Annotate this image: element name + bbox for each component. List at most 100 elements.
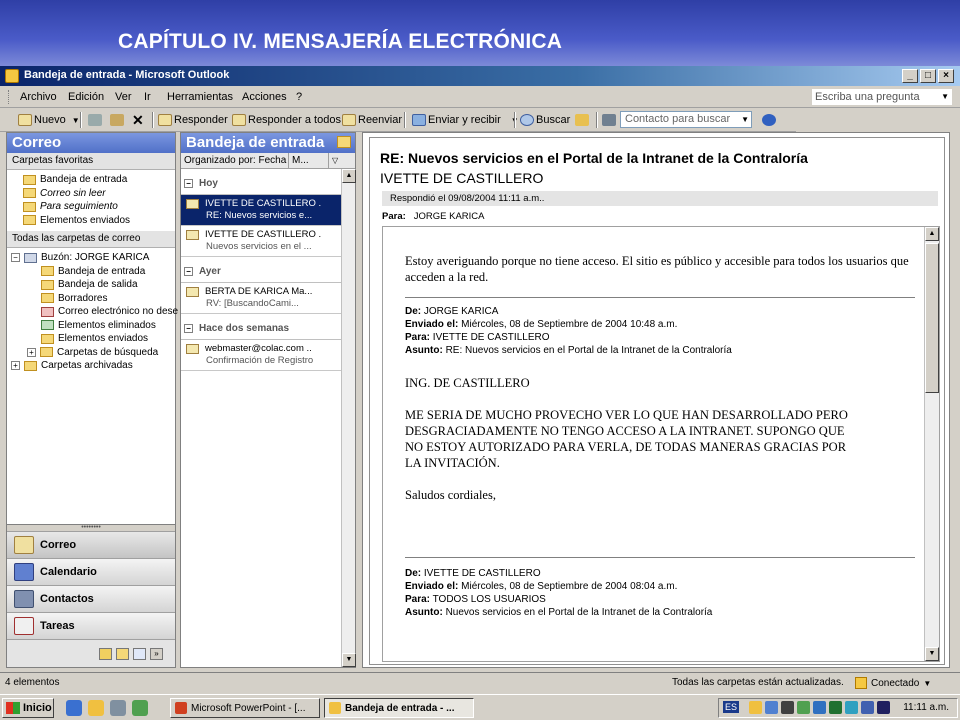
menu-acciones[interactable]: Acciones (242, 91, 287, 103)
tree-search-folders[interactable]: + Carpetas de búsqueda (7, 346, 175, 360)
configure-buttons-icon[interactable]: » (150, 647, 163, 660)
scroll-up-icon[interactable]: ▲ (925, 227, 939, 241)
message-row[interactable]: webmaster@colac.com .. Confirmación de R… (181, 340, 355, 371)
menubar-grip[interactable] (8, 90, 11, 104)
group-two-weeks-ago[interactable]: − Hace dos semanas (181, 318, 355, 340)
reply-button[interactable]: Responder (158, 112, 228, 128)
send-receive-button[interactable]: Enviar y recibir ▼ (412, 112, 519, 128)
minimize-button[interactable]: _ (902, 69, 918, 83)
nav-button-calendar[interactable]: Calendario (7, 558, 175, 585)
tree-inbox[interactable]: Bandeja de entrada (7, 265, 175, 279)
start-button[interactable]: Inicio (2, 698, 54, 718)
tree-junk[interactable]: Correo electrónico no dese (7, 305, 178, 319)
nav-splitter[interactable]: •••••••• (7, 524, 175, 531)
tray-antivirus-icon[interactable] (829, 701, 842, 714)
help-button[interactable] (762, 112, 778, 128)
status-bar: 4 elementos Todas las carpetas están act… (0, 672, 960, 694)
expand-icon[interactable]: + (27, 347, 36, 357)
message-sender[interactable]: IVETTE DE CASTILLERO (380, 170, 543, 186)
tray-sync-icon[interactable] (813, 701, 826, 714)
message-body[interactable]: Estoy averiguando porque no tiene acceso… (382, 226, 940, 662)
menu-ir[interactable]: Ir (144, 91, 151, 103)
collapse-icon[interactable]: − (184, 267, 193, 276)
tray-app-icon[interactable] (877, 701, 890, 714)
tree-drafts[interactable]: Borradores (7, 292, 175, 306)
help-question-input[interactable]: Escriba una pregunta ▼ (812, 89, 952, 105)
reply-all-button[interactable]: Responder a todos (232, 112, 341, 128)
connection-status[interactable]: Conectado ▼ (855, 677, 931, 689)
menu-help[interactable]: ? (296, 91, 302, 103)
tray-camera-icon[interactable] (781, 701, 794, 714)
group-today[interactable]: − Hoy (181, 173, 355, 195)
all-folders-header[interactable]: Todas las carpetas de correo (7, 231, 175, 248)
nav-button-mail[interactable]: Correo (7, 531, 175, 558)
tray-speaker-icon[interactable] (861, 701, 874, 714)
find-button[interactable]: Buscar (520, 112, 570, 128)
dropdown-arrow-icon[interactable]: ▼ (72, 116, 80, 125)
message-row[interactable]: IVETTE DE CASTILLERO . RE: Nuevos servic… (181, 195, 355, 226)
nav-button-contacts[interactable]: Contactos (7, 585, 175, 612)
info-bar[interactable]: Respondió el 09/08/2004 11:11 a.m.. (382, 191, 938, 206)
message-row[interactable]: IVETTE DE CASTILLERO . Nuevos servicios … (181, 226, 355, 257)
forward-button[interactable]: Reenviar (342, 112, 402, 128)
dropdown-arrow-icon[interactable]: ▼ (941, 90, 949, 104)
favorites-header[interactable]: Carpetas favoritas (7, 153, 175, 170)
body-scrollbar[interactable]: ▲ ▼ (924, 227, 939, 661)
window-titlebar[interactable]: Bandeja de entrada - Microsoft Outlook _… (0, 66, 960, 86)
close-button[interactable]: × (938, 69, 954, 83)
group-yesterday[interactable]: − Ayer (181, 261, 355, 283)
address-book-button[interactable] (602, 112, 618, 128)
tray-messenger-icon[interactable] (845, 701, 858, 714)
scroll-down-icon[interactable]: ▼ (925, 647, 939, 661)
message-row[interactable]: BERTA DE KARICA Ma... RV: [BuscandoCami.… (181, 283, 355, 314)
tray-shield-icon[interactable] (797, 701, 810, 714)
print-button[interactable] (88, 112, 104, 128)
tray-network-icon[interactable] (765, 701, 778, 714)
scroll-thumb[interactable] (925, 243, 939, 393)
delete-button[interactable]: ✕ (132, 112, 144, 128)
outlook-quick-icon[interactable] (88, 700, 104, 716)
move-button[interactable] (110, 112, 126, 128)
desktop-icon[interactable] (110, 700, 126, 716)
expand-icon[interactable]: + (11, 361, 20, 371)
menu-edicion[interactable]: Edición (68, 91, 104, 103)
dropdown-arrow-icon[interactable]: ▼ (741, 112, 749, 127)
menu-herramientas[interactable]: Herramientas (167, 91, 233, 103)
favorite-sent[interactable]: Elementos enviados (23, 214, 175, 228)
menu-ver[interactable]: Ver (115, 91, 132, 103)
scroll-down-icon[interactable]: ▼ (342, 653, 356, 667)
tray-outlook-icon[interactable] (749, 701, 762, 714)
scroll-up-icon[interactable]: ▲ (342, 169, 356, 183)
sort-order-header[interactable]: M... (289, 153, 329, 168)
collapse-icon[interactable]: − (184, 179, 193, 188)
notes-icon[interactable] (99, 647, 112, 660)
tree-deleted[interactable]: Elementos eliminados (7, 319, 175, 333)
maximize-button[interactable]: □ (920, 69, 936, 83)
organize-button[interactable] (575, 112, 591, 128)
language-indicator[interactable]: ES (723, 701, 740, 713)
favorite-unread[interactable]: Correo sin leer (23, 187, 175, 201)
favorite-inbox[interactable]: Bandeja de entrada (23, 173, 175, 187)
collapse-icon[interactable]: − (184, 324, 193, 333)
sort-arrow-icon[interactable]: ▽ (329, 153, 343, 168)
favorite-followup[interactable]: Para seguimiento (23, 200, 175, 214)
tree-outbox[interactable]: Bandeja de salida (7, 278, 175, 292)
tree-sent[interactable]: Elementos enviados (7, 332, 175, 346)
internet-explorer-icon[interactable] (66, 700, 82, 716)
shortcuts-icon[interactable] (133, 647, 146, 660)
task-outlook[interactable]: Bandeja de entrada - ... (324, 698, 474, 718)
folder-list-icon[interactable] (116, 647, 129, 660)
task-powerpoint[interactable]: Microsoft PowerPoint - [... (170, 698, 320, 718)
contact-search-input[interactable]: Contacto para buscar ▼ (620, 111, 752, 128)
tree-mailbox[interactable]: − Buzón: JORGE KARICA (7, 251, 175, 265)
collapse-icon[interactable]: − (11, 253, 20, 263)
clock[interactable]: 11:11 a.m. (903, 702, 949, 713)
tree-archive[interactable]: + Carpetas archivadas (7, 359, 175, 373)
media-player-icon[interactable] (132, 700, 148, 716)
inbox-scrollbar[interactable]: ▲ ▼ (341, 169, 356, 667)
arrange-by-header[interactable]: Organizado por: Fecha (181, 153, 289, 168)
menu-archivo[interactable]: Archivo (20, 91, 57, 103)
new-button[interactable]: Nuevo ▼ (18, 112, 80, 128)
dropdown-arrow-icon[interactable]: ▼ (923, 679, 931, 688)
nav-button-tasks[interactable]: Tareas (7, 612, 175, 639)
